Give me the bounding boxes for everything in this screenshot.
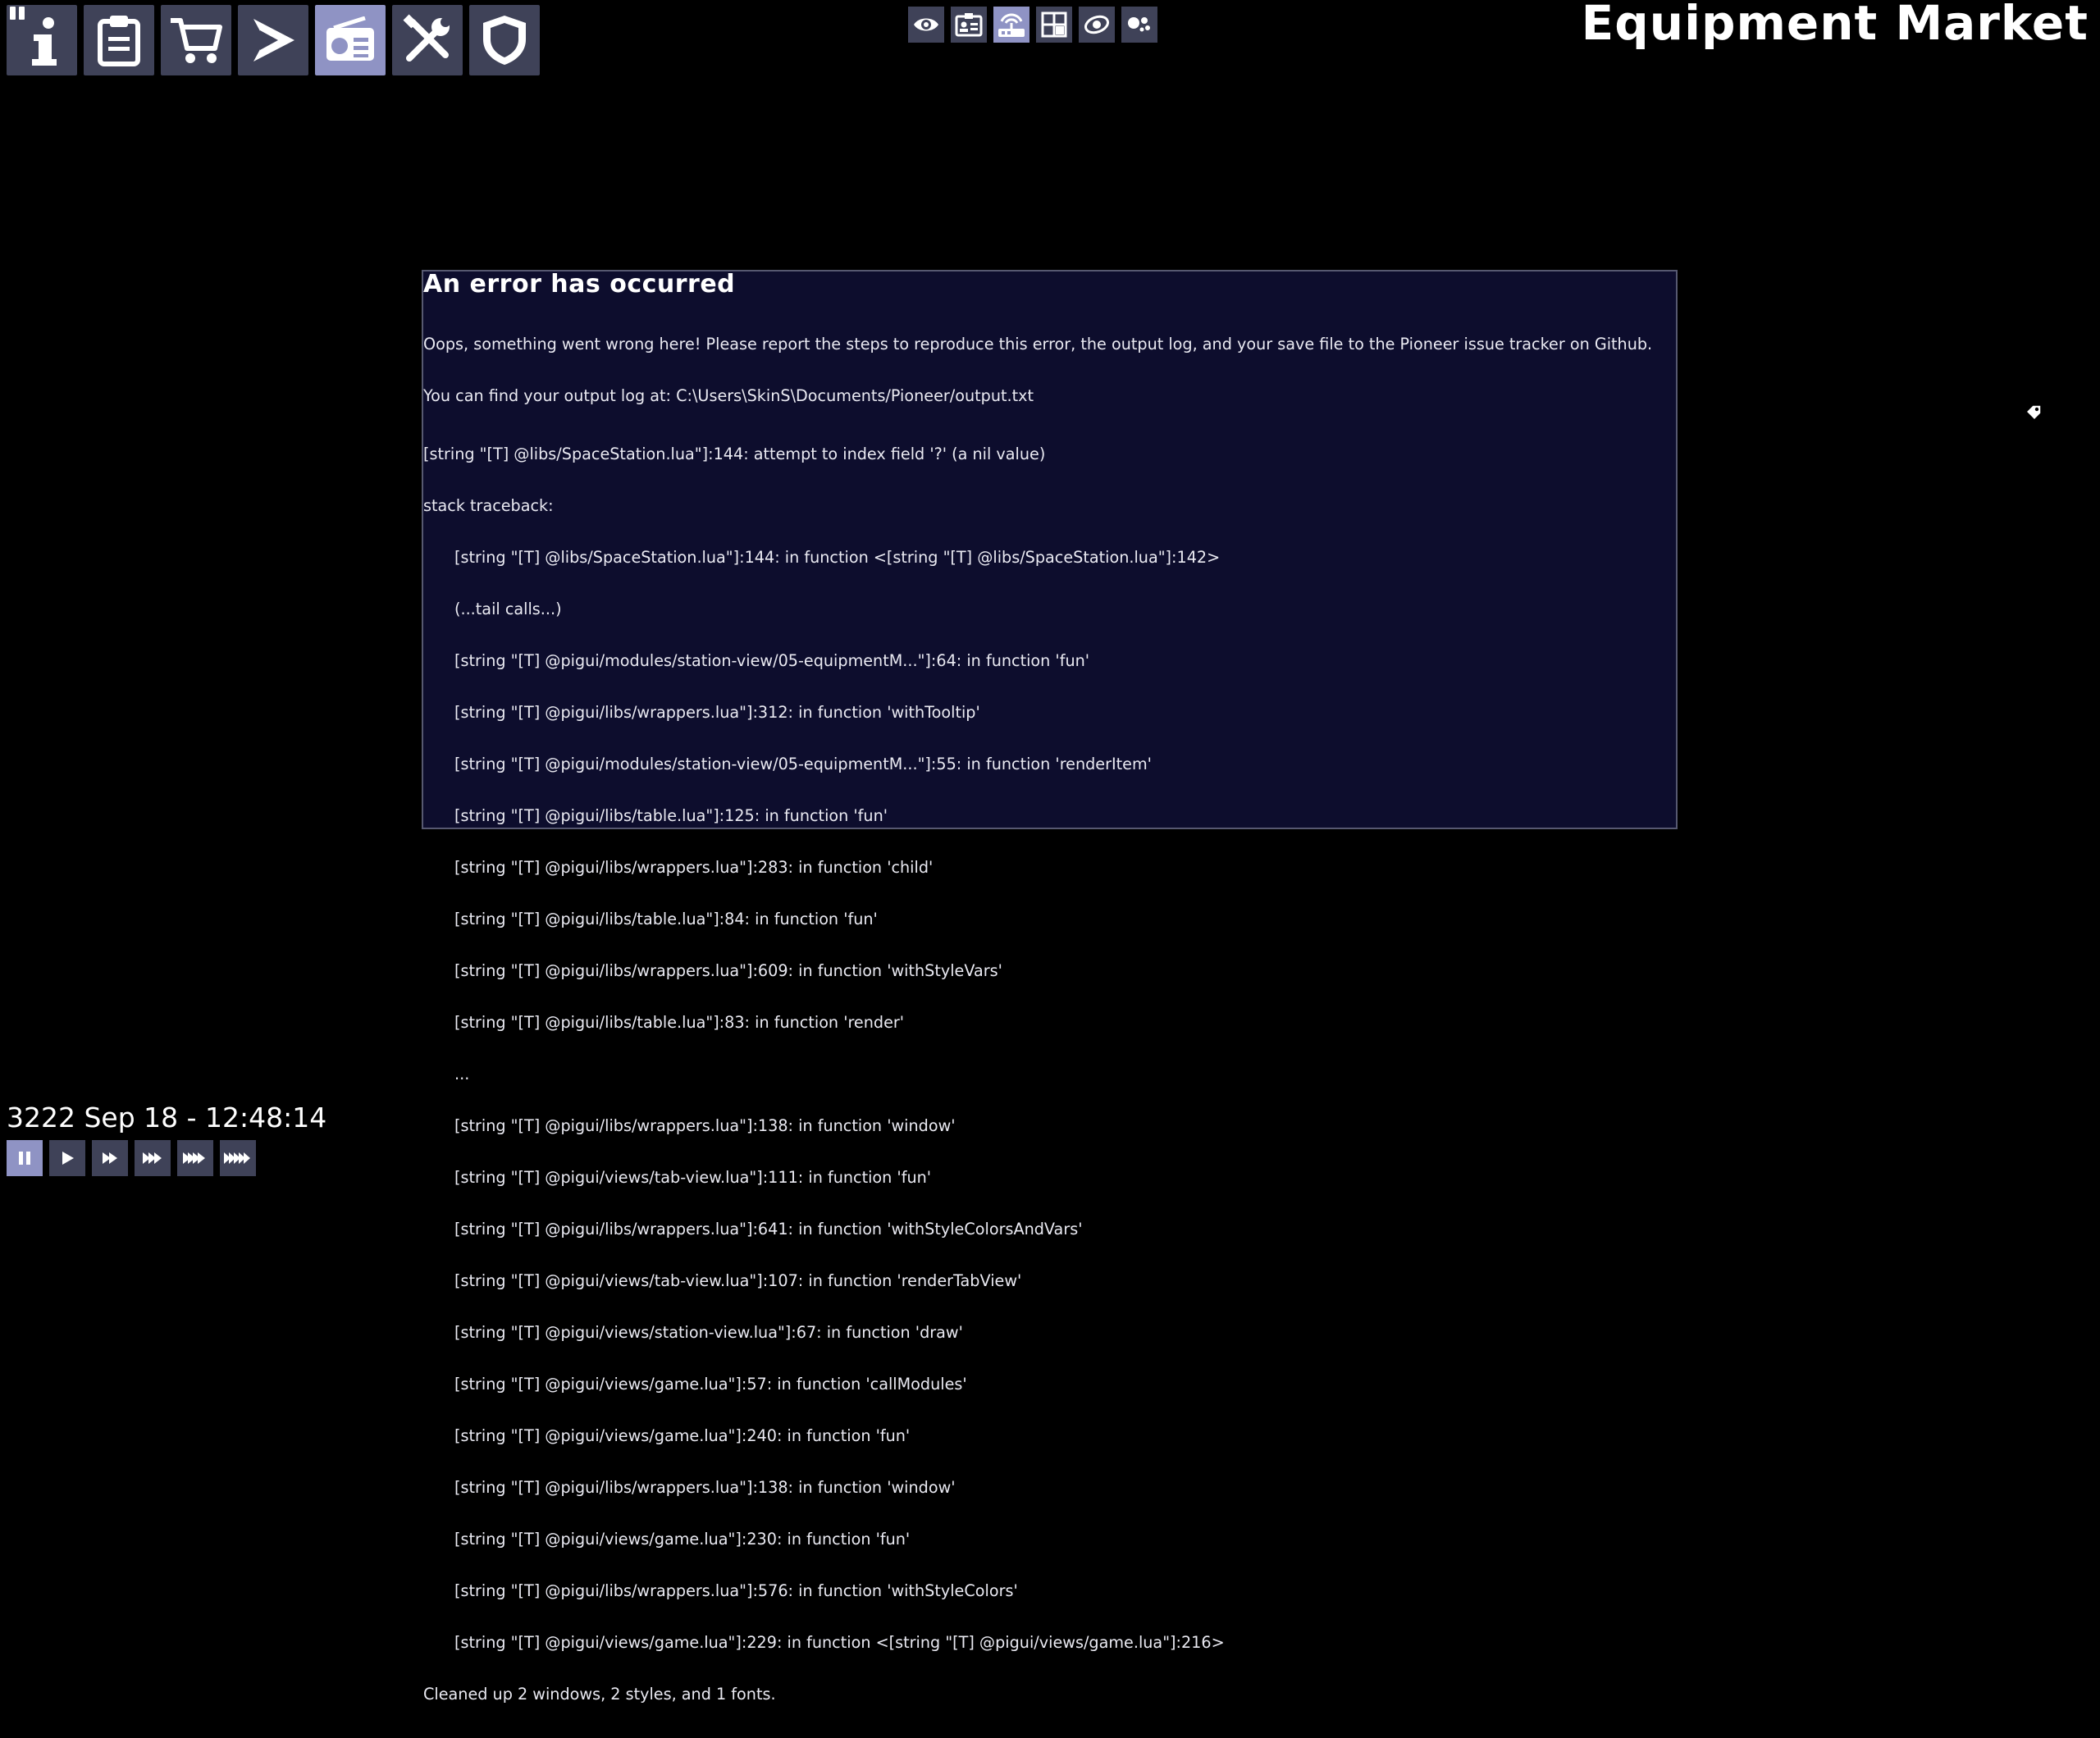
error-window: An error has occurred Oops, something we… xyxy=(422,270,1678,1703)
trace-line: [string "[T] @pigui/libs/wrappers.lua"]:… xyxy=(454,1581,1018,1600)
fast-forward-1-icon xyxy=(103,1152,117,1164)
game-date-time: 3222 Sep 18 - 12:48:14 xyxy=(7,1102,327,1134)
ship-icon xyxy=(253,19,294,62)
trace-line: [string "[T] @pigui/libs/wrappers.lua"]:… xyxy=(454,1478,956,1497)
trace-line: [string "[T] @pigui/modules/station-view… xyxy=(454,755,1152,773)
info-icon xyxy=(32,17,57,66)
trace-line: [string "[T] @pigui/views/tab-view.lua"]… xyxy=(454,1168,932,1187)
page-title: Equipment Market xyxy=(1581,0,2089,51)
time-fast-2-button[interactable] xyxy=(135,1140,171,1176)
trace-line: [string "[T] @pigui/libs/wrappers.lua"]:… xyxy=(454,961,1002,980)
trace-line: [string "[T] @libs/SpaceStation.lua"]:14… xyxy=(454,548,1221,567)
trace-line: [string "[T] @pigui/libs/table.lua"]:125… xyxy=(454,806,888,825)
cart-icon xyxy=(171,18,222,63)
tools-icon xyxy=(403,14,450,62)
error-message-line-2: You can find your output log at: C:\User… xyxy=(423,386,1034,405)
trace-line: [string "[T] @pigui/views/tab-view.lua"]… xyxy=(454,1271,1022,1290)
comms-icon xyxy=(998,13,1025,37)
trace-line: [string "[T] @pigui/views/station-view.l… xyxy=(454,1323,963,1342)
fast-forward-3-icon xyxy=(183,1152,205,1164)
play-icon xyxy=(62,1152,74,1165)
fast-forward-4-icon xyxy=(224,1152,250,1164)
view-button-eye[interactable] xyxy=(908,7,944,43)
pause-icon xyxy=(19,1152,30,1165)
time-pause-button[interactable] xyxy=(7,1140,43,1176)
trace-line: [string "[T] @pigui/libs/table.lua"]:84:… xyxy=(454,910,878,928)
view-button-contacts[interactable] xyxy=(1121,7,1157,43)
grid-map-icon xyxy=(1041,11,1067,38)
time-fast-1-button[interactable] xyxy=(92,1140,128,1176)
error-message-line-1: Oops, something went wrong here! Please … xyxy=(423,335,1653,354)
trace-line: [string "[T] @pigui/libs/wrappers.lua"]:… xyxy=(454,1116,956,1135)
trace-line: [string "[T] @pigui/libs/wrappers.lua"]:… xyxy=(454,858,934,877)
id-card-icon xyxy=(955,13,983,37)
trace-line: [string "[T] @pigui/libs/wrappers.lua"]:… xyxy=(454,703,980,722)
station-tab-shipyard[interactable] xyxy=(238,5,308,75)
trace-line: [string "[T] @pigui/modules/station-view… xyxy=(454,651,1090,670)
view-button-system-map[interactable] xyxy=(1079,7,1115,43)
cursor-icon xyxy=(2025,404,2042,422)
time-fast-3-button[interactable] xyxy=(177,1140,213,1176)
trace-line: (...tail calls...) xyxy=(454,600,562,618)
station-tab-equipment[interactable] xyxy=(315,5,386,75)
trace-line: [string "[T] @pigui/views/game.lua"]:229… xyxy=(454,1633,1225,1652)
pause-indicator-icon xyxy=(10,7,25,20)
trace-line: [string "[T] @pigui/libs/table.lua"]:83:… xyxy=(454,1013,905,1032)
trace-line: [string "[T] @pigui/views/game.lua"]:240… xyxy=(454,1426,911,1445)
shield-icon xyxy=(483,16,526,65)
station-tab-repairs[interactable] xyxy=(392,5,463,75)
station-tab-police[interactable] xyxy=(469,5,540,75)
error-title: An error has occurred xyxy=(423,270,736,299)
trace-line: [string "[T] @pigui/views/game.lua"]:57:… xyxy=(454,1375,967,1394)
error-body: Oops, something went wrong here! Please … xyxy=(423,301,1670,1737)
station-tab-missions[interactable] xyxy=(84,5,154,75)
trace-line: ... xyxy=(454,1065,470,1083)
view-button-comms[interactable] xyxy=(993,7,1029,43)
station-tab-info[interactable] xyxy=(7,5,77,75)
trace-line: [string "[T] @pigui/libs/wrappers.lua"]:… xyxy=(454,1220,1083,1238)
view-button-sector-map[interactable] xyxy=(1036,7,1072,43)
cleanup-line: Cleaned up 2 windows, 2 styles, and 1 fo… xyxy=(423,1685,776,1704)
trace-line: [string "[T] @pigui/views/game.lua"]:230… xyxy=(454,1530,911,1549)
view-button-personal-info[interactable] xyxy=(951,7,987,43)
fast-forward-2-icon xyxy=(143,1152,162,1164)
error-line: [string "[T] @libs/SpaceStation.lua"]:14… xyxy=(423,445,1046,463)
time-fast-4-button[interactable] xyxy=(220,1140,256,1176)
eye-icon xyxy=(914,18,938,31)
clipboard-icon xyxy=(98,16,140,66)
people-icon xyxy=(1128,17,1150,32)
orbit-icon xyxy=(1084,15,1110,34)
radio-icon xyxy=(326,16,374,61)
time-play-button[interactable] xyxy=(49,1140,85,1176)
stack-header: stack traceback: xyxy=(423,496,554,515)
station-tab-market[interactable] xyxy=(161,5,231,75)
